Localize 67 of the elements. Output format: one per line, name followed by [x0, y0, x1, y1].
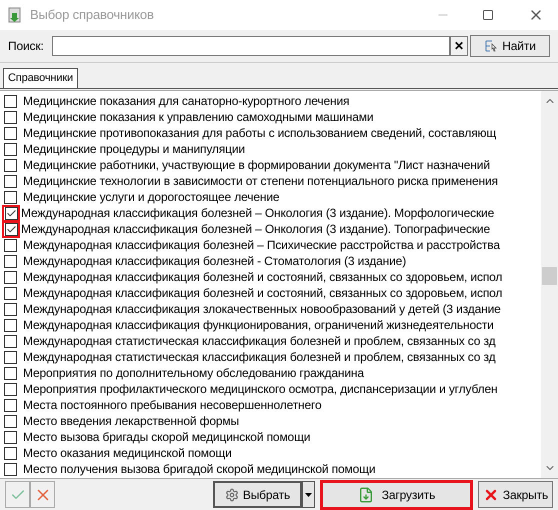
- select-button[interactable]: Выбрать: [213, 481, 302, 508]
- list-item-label: Медицинские технологии в зависимости от степени потенциального риска применения: [23, 173, 498, 189]
- checkbox[interactable]: [4, 302, 17, 316]
- close-button[interactable]: Закрыть: [478, 481, 553, 508]
- checkbox[interactable]: [4, 158, 17, 172]
- checkbox[interactable]: [4, 110, 17, 124]
- list-item-label: Место получения вызова бригадой скорой медицинской помощи: [23, 461, 376, 477]
- checkbox[interactable]: [4, 382, 17, 396]
- gear-icon: [224, 488, 239, 502]
- list-item-label: Место вызова бригады скорой медицинской помощи: [23, 429, 310, 445]
- list-item-label: Медицинские показания для санаторно-курортного лечения: [23, 93, 350, 109]
- scrollbar-thumb[interactable]: [542, 267, 557, 285]
- list-item-label: Медицинские показания к управлению самоходными машинами: [23, 109, 374, 125]
- load-button[interactable]: Загрузить: [320, 480, 473, 510]
- reject-button[interactable]: [30, 481, 55, 508]
- checkbox[interactable]: [4, 238, 17, 252]
- window-title: Выбор справочников: [30, 6, 154, 24]
- list-item-label: Международная классификация болезней и состояний, связанных со здоровьем, испол: [23, 269, 502, 285]
- list-item-label: Международная классификация болезней – Онкология (3 издание). Топографические: [21, 221, 490, 237]
- list-item-label: Медицинские процедуры и манипуляции: [23, 141, 245, 157]
- list-item-label: Международная статистическая классификация болезней и проблем, связанных со зд: [23, 349, 496, 365]
- list-item-label: Мероприятия по дополнительному обследованию гражданина: [23, 365, 364, 381]
- tree-cursor-icon: [484, 39, 498, 53]
- checkbox[interactable]: [4, 446, 17, 460]
- checkbox[interactable]: [4, 414, 17, 428]
- checkbox[interactable]: [4, 126, 17, 140]
- checkbox[interactable]: [4, 430, 17, 444]
- checkbox[interactable]: [4, 462, 17, 476]
- list-item-label: Медицинские услуги и дорогостоящее лечение: [23, 189, 280, 205]
- dropdown-button[interactable]: [302, 481, 315, 508]
- checkbox[interactable]: [4, 318, 17, 332]
- caret-icon: [305, 492, 312, 496]
- checkbox[interactable]: [4, 94, 17, 108]
- list-item-label: Международная классификация болезней и состояний, связанных со здоровьем, испол: [23, 285, 502, 301]
- checkbox[interactable]: [4, 270, 17, 284]
- list-item-label: Международная классификация болезней – Онкология (3 издание). Морфологические: [21, 205, 494, 221]
- checkbox[interactable]: [4, 398, 17, 412]
- list-item-label: Международная классификация функционирования, ограничений жизнедеятельности: [23, 317, 494, 333]
- list-item-label: Медицинские работники, участвующие в формировании документа "Лист назначений: [23, 157, 490, 173]
- clear-button[interactable]: ✕: [450, 36, 468, 56]
- list-item-label: Международная классификация злокачественных новообразований у детей (3 издание: [23, 301, 501, 317]
- list-item-label: Места постоянного пребывания несовершеннолетнего: [23, 397, 322, 413]
- list-item-label: Мероприятия профилактического медицинского осмотра, диспансеризации и углублен: [23, 381, 498, 397]
- find-button[interactable]: Найти: [470, 35, 550, 57]
- list-item-label: Международная статистическая классификация болезней и проблем, связанных со зд: [23, 333, 496, 349]
- list-item-label: Международная классификация болезней - Стоматология (3 издание): [23, 253, 406, 269]
- tab[interactable]: Справочники: [3, 68, 78, 88]
- list-item-label: Международная классификация болезней – Психические расстройства и расстройства: [23, 237, 500, 253]
- checkbox[interactable]: [4, 142, 17, 156]
- list-item-label: Место введения лекарственной формы: [23, 413, 239, 429]
- checkbox[interactable]: [4, 286, 17, 300]
- checkbox[interactable]: [4, 366, 17, 380]
- checkbox[interactable]: [4, 350, 17, 364]
- checkbox[interactable]: [4, 334, 17, 348]
- checkbox[interactable]: [4, 254, 17, 268]
- maximize-icon[interactable]: [482, 9, 494, 21]
- app-icon: [8, 7, 22, 23]
- checkbox[interactable]: [4, 174, 17, 188]
- document-download-icon: [358, 486, 374, 502]
- list-item-label: Место оказания медицинской помощи: [23, 445, 232, 461]
- list-item-label: Медицинские противопоказания для работы с использованием сведений, составляющ: [23, 125, 496, 141]
- scrollbar[interactable]: [541, 91, 558, 478]
- search-label: Поиск:: [8, 38, 44, 55]
- search-field[interactable]: [52, 36, 450, 56]
- checkbox[interactable]: [4, 222, 18, 236]
- checkbox[interactable]: [4, 190, 17, 204]
- checkbox[interactable]: [4, 206, 18, 220]
